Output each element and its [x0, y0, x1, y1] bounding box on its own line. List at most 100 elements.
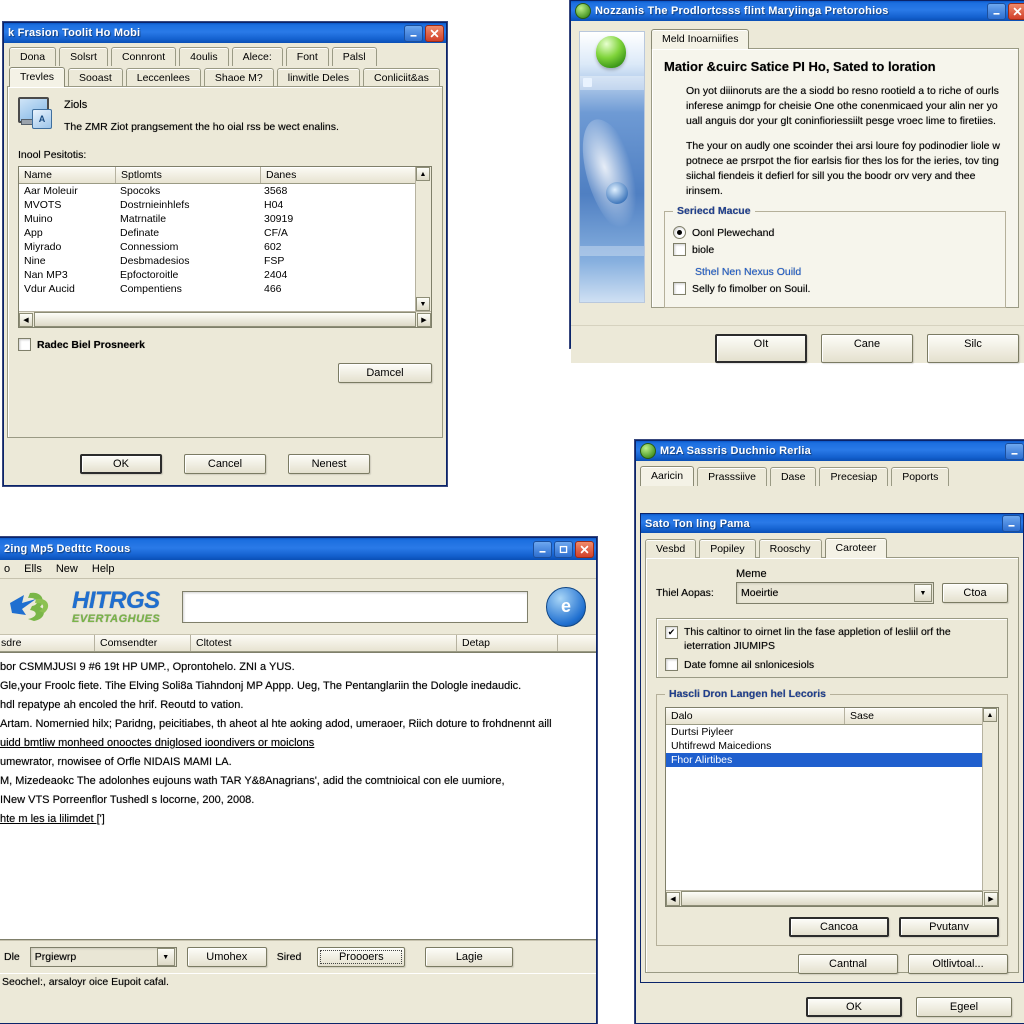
menu-item-ells[interactable]: Ells [24, 563, 42, 575]
tab-poports[interactable]: Poports [891, 467, 950, 486]
col-extra[interactable] [558, 635, 596, 651]
list-item[interactable]: Durtsi Piyleer [666, 725, 982, 739]
scroll-down-icon[interactable]: ▼ [416, 297, 430, 311]
search-input[interactable] [182, 590, 528, 623]
scroll-right-icon[interactable]: ▶ [417, 312, 431, 327]
col-danes[interactable]: Danes [261, 167, 415, 183]
tab-palsl[interactable]: Palsl [331, 47, 377, 66]
listview-body[interactable]: Durtsi Piyleer Uhtifrewd Maicedions Fhor… [666, 725, 982, 890]
tab-aaricin[interactable]: Aaricin [640, 466, 695, 486]
inner-button-row[interactable]: Cantnal Oltlivtoal... [656, 954, 1008, 974]
inner-titlebar[interactable]: Sato Ton ling Pama [641, 514, 1023, 533]
window2-tabrow[interactable]: Meld Inoarniifies [651, 29, 1019, 49]
table-row[interactable]: Aar Moleuir Spocoks 3568 [19, 184, 415, 198]
horizontal-scrollbar[interactable]: ◀ ▶ [666, 890, 998, 906]
table-row[interactable]: Miyrado Connessiom 602 [19, 240, 415, 254]
cancoa-button[interactable]: Cancoa [789, 917, 889, 937]
col-dalo[interactable]: Dalo [666, 708, 845, 724]
inner-window-sato-ton-ling-pama[interactable]: Sato Ton ling Pama Vesbd Popiley Rooschy… [640, 513, 1024, 983]
col-sdre[interactable]: sdre [0, 635, 95, 651]
inner-button-row[interactable]: Damcel [18, 363, 432, 383]
window3-title-buttons[interactable] [533, 540, 594, 558]
tab-meld-inoarniifies[interactable]: Meld Inoarniifies [651, 29, 750, 49]
window2-button-row[interactable]: OIt Cane Silc [571, 325, 1024, 363]
table-row[interactable]: MVOTS Dostrnieinhlefs H04 [19, 198, 415, 212]
minimize-icon[interactable] [1002, 515, 1021, 532]
menu-item-new[interactable]: New [56, 563, 78, 575]
lecoris-listview[interactable]: Dalo Sase Durtsi Piyleer Uhtifrewd Maice… [665, 707, 999, 907]
pvutanv-button[interactable]: Pvutanv [899, 917, 999, 937]
field-row[interactable]: Thiel Aopas: Moeirtie ▼ Ctoa [656, 582, 1008, 604]
col-sptlomts[interactable]: Sptlomts [116, 167, 261, 183]
checkbox-icon[interactable] [665, 658, 678, 671]
checkbox-icon[interactable]: ✔ [665, 626, 678, 639]
cancel-button[interactable]: Cancel [184, 454, 266, 474]
tab-connront[interactable]: Connront [110, 47, 177, 66]
table-row[interactable]: Nine Desbmadesios FSP [19, 254, 415, 268]
tab-caroteer[interactable]: Caroteer [824, 538, 888, 558]
damcel-button[interactable]: Damcel [338, 363, 432, 383]
table-row[interactable]: Muino Matrnatile 30919 [19, 212, 415, 226]
table-row[interactable]: App Definate CF/A [19, 226, 415, 240]
window-font-toolkit[interactable]: k Frasion Toolit Ho Mobi Dona Solsrt Con… [3, 22, 447, 486]
check-row-1[interactable]: ✔ This caltinor to oirnet lin the fase a… [665, 625, 999, 653]
menu-item-help[interactable]: Help [92, 563, 115, 575]
umohex-button[interactable]: Umohex [186, 947, 267, 967]
checkbox-icon[interactable] [673, 282, 686, 295]
checkbox-icon[interactable] [673, 243, 686, 256]
scroll-up-icon[interactable]: ▲ [416, 167, 430, 181]
close-icon[interactable] [425, 24, 444, 42]
check-biole-row[interactable]: biole [673, 243, 997, 256]
tab-prasssiive[interactable]: Prasssiive [697, 467, 767, 486]
table-row[interactable]: Nan MP3 Epfoctoroitle 2404 [19, 268, 415, 282]
window-mp3-deditc-roous[interactable]: 2ing Mp5 Dedttc Roous o Ells New Help HI… [0, 537, 597, 1024]
chevron-down-icon[interactable]: ▼ [914, 584, 932, 602]
window4-title-buttons[interactable] [1005, 442, 1024, 460]
window-nozzanis-properties[interactable]: Nozzanis The Prodlortcsss flint Maryiing… [570, 0, 1024, 363]
minimize-icon[interactable] [404, 24, 423, 42]
window1-titlebar[interactable]: k Frasion Toolit Ho Mobi [4, 23, 446, 43]
tab-leccenlees[interactable]: Leccenlees [125, 68, 201, 87]
ok-button[interactable]: OK [806, 997, 902, 1017]
ok-button[interactable]: OK [80, 454, 162, 474]
ok-button[interactable]: OIt [715, 334, 807, 363]
window-m2a-sassris[interactable]: M2A Sassris Duchnio Rerlia Aaricin Prass… [635, 440, 1024, 1024]
window2-titlebar[interactable]: Nozzanis The Prodlortcsss flint Maryiing… [571, 1, 1024, 21]
menu-item-o[interactable]: o [4, 563, 10, 575]
go-button-icon[interactable]: e [546, 586, 586, 627]
window3-body-text[interactable]: bor CSMMJUSI 9 #6 19t HP UMP., Oprontohe… [0, 652, 596, 940]
tab-precesiap[interactable]: Precesiap [819, 467, 889, 486]
tab-alece[interactable]: Alece: [231, 47, 283, 66]
tab-dase[interactable]: Dase [769, 467, 817, 486]
col-detap[interactable]: Detap [457, 635, 558, 651]
window4-button-row[interactable]: OK Egeel [636, 997, 1024, 1017]
tab-font[interactable]: Font [285, 47, 329, 66]
list-item[interactable]: Uhtifrewd Maicedions [666, 739, 982, 753]
window4-tabrow[interactable]: Aaricin Prasssiive Dase Precesiap Poport… [636, 461, 1024, 486]
lagie-button[interactable]: Lagie [425, 947, 514, 967]
nexus-link[interactable]: Sthel Nen Nexus Ouild [695, 266, 997, 278]
minimize-icon[interactable] [1005, 442, 1024, 460]
minimize-icon[interactable] [533, 540, 552, 558]
check-selly-row[interactable]: Selly fo fimolber on Souil. [673, 282, 997, 295]
window3-titlebar[interactable]: 2ing Mp5 Dedttc Roous [0, 538, 596, 560]
egeel-button[interactable]: Egeel [916, 997, 1012, 1017]
radio-option-row[interactable]: Oonl Plewechand [673, 226, 997, 239]
scroll-left-icon[interactable]: ◀ [19, 312, 33, 327]
tab-4oulis[interactable]: 4oulis [179, 47, 229, 66]
tab-rooschy[interactable]: Rooschy [758, 539, 822, 558]
scroll-thumb[interactable] [681, 891, 983, 906]
minimize-icon[interactable] [987, 2, 1006, 20]
cantnal-button[interactable]: Cantnal [798, 954, 898, 974]
tab-shaoe-mp[interactable]: Shaoe M? [203, 68, 274, 87]
properties-listview[interactable]: Name Sptlomts Danes Aar Moleuir Spocoks … [18, 166, 432, 328]
body-line-link[interactable]: hte m les ia lilimdet ['] [0, 810, 105, 829]
tab-trevles[interactable]: Trevles [9, 67, 66, 87]
window3-menubar[interactable]: o Ells New Help [0, 560, 596, 579]
window4-titlebar[interactable]: M2A Sassris Duchnio Rerlia [636, 441, 1024, 461]
cancel-button[interactable]: Cane [821, 334, 913, 363]
theme-combobox[interactable]: Moeirtie ▼ [736, 582, 934, 604]
scroll-left-icon[interactable]: ◀ [666, 891, 680, 906]
listview-header[interactable]: Name Sptlomts Danes [19, 167, 415, 184]
vertical-scrollbar[interactable]: ▲ ▼ [415, 167, 431, 311]
